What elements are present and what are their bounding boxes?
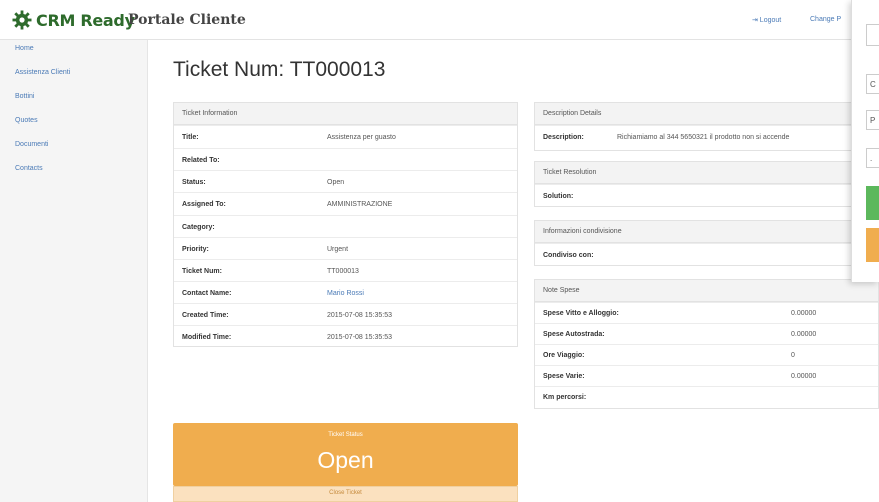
row-value: TT000013 <box>327 268 359 275</box>
table-row: Condiviso con: <box>535 243 878 266</box>
popup-input-field[interactable]: C <box>866 74 879 94</box>
sidebar-item-contacts[interactable]: Contacts <box>15 165 43 172</box>
table-row: Spese Varie: 0.00000 <box>535 365 878 386</box>
table-row: Solution: <box>535 184 878 207</box>
row-value: AMMINISTRAZIONE <box>327 201 393 208</box>
description-details-panel: Description Details Description: Richiam… <box>534 102 879 151</box>
row-value: 2015-07-08 15:35:53 <box>327 312 392 319</box>
note-spese-panel: Note Spese Spese Vitto e Alloggio: 0.000… <box>534 279 879 409</box>
table-row: Title: Assistenza per guasto <box>174 125 517 148</box>
close-ticket-label: Close Ticket <box>329 490 362 496</box>
row-label: Ore Viaggio: <box>543 352 585 359</box>
row-label: Category: <box>182 224 215 231</box>
sidebar-item-quotes[interactable]: Quotes <box>15 117 38 124</box>
row-label: Ticket Num: <box>182 268 222 275</box>
sidebar-item-documenti[interactable]: Documenti <box>15 141 48 148</box>
row-label: Description: <box>543 134 584 141</box>
panel-heading: Ticket Information <box>174 103 517 125</box>
row-label: Created Time: <box>182 312 229 319</box>
top-header: CRM Ready Portale Cliente ⇥ Logout Chang… <box>0 0 879 40</box>
ticket-status-card: Ticket Status Open <box>173 423 518 486</box>
row-label: Assigned To: <box>182 201 226 208</box>
panel-heading: Informazioni condivisione <box>535 221 878 243</box>
row-label: Spese Autostrada: <box>543 331 605 338</box>
ticket-status-label: Ticket Status <box>328 432 363 438</box>
row-value: 0.00000 <box>791 373 817 380</box>
description-value: Richiamiamo al 344 5650321 il prodotto n… <box>617 134 790 141</box>
status-value: Open <box>327 179 345 186</box>
row-label: Related To: <box>182 157 220 164</box>
ticket-resolution-panel: Ticket Resolution Solution: <box>534 161 879 207</box>
panel-heading: Note Spese <box>535 280 878 302</box>
table-row: Category: <box>174 215 517 237</box>
popup-input-field[interactable]: P <box>866 110 879 130</box>
panel-heading: Description Details <box>535 103 878 125</box>
row-label: Priority: <box>182 246 209 253</box>
row-label: Modified Time: <box>182 334 232 341</box>
table-row: Contact Name: Mario Rossi <box>174 281 517 303</box>
row-label: Title: <box>182 134 199 141</box>
sidebar: Home Assistenza Clienti Bottini Quotes D… <box>0 40 148 502</box>
table-row: Spese Vitto e Alloggio: 0.00000 <box>535 302 878 323</box>
overlay-popup: C P . <box>851 0 879 282</box>
sidebar-item-assistenza-clienti[interactable]: Assistenza Clienti <box>15 69 70 76</box>
table-row: Priority: Urgent <box>174 237 517 259</box>
table-row: Assigned To: AMMINISTRAZIONE <box>174 192 517 215</box>
table-row: Ore Viaggio: 0 <box>535 344 878 365</box>
table-row: Status: Open <box>174 170 517 192</box>
popup-input-field[interactable]: . <box>866 148 879 168</box>
row-label: Solution: <box>543 193 574 200</box>
gear-logo-icon <box>12 10 32 30</box>
popup-confirm-button[interactable] <box>866 186 879 220</box>
row-label: Km percorsi: <box>543 394 587 401</box>
row-value: 0 <box>791 352 795 359</box>
row-label: Spese Varie: <box>543 373 585 380</box>
logo-text: CRM Ready <box>36 10 135 30</box>
sharing-info-panel: Informazioni condivisione Condiviso con: <box>534 220 879 266</box>
row-label: Condiviso con: <box>543 252 594 259</box>
table-row: Ticket Num: TT000013 <box>174 259 517 281</box>
row-value: 0.00000 <box>791 310 817 317</box>
change-password-link[interactable]: Change P <box>810 16 841 23</box>
popup-input-field[interactable] <box>866 24 879 46</box>
table-row: Spese Autostrada: 0.00000 <box>535 323 878 344</box>
page-title: Ticket Num: TT000013 <box>173 58 386 81</box>
row-value: Urgent <box>327 246 349 253</box>
logout-link[interactable]: ⇥ Logout <box>752 16 781 24</box>
sidebar-item-bottini[interactable]: Bottini <box>15 93 34 100</box>
close-ticket-button[interactable]: Close Ticket <box>173 486 518 502</box>
row-value: Assistenza per guasto <box>327 134 396 141</box>
ticket-information-panel: Ticket Information Title: Assistenza per… <box>173 102 518 347</box>
table-row: Description: Richiamiamo al 344 5650321 … <box>535 125 878 151</box>
row-value: 2015-07-08 15:35:53 <box>327 334 392 341</box>
row-label: Spese Vitto e Alloggio: <box>543 310 619 317</box>
portal-title: Portale Cliente <box>128 12 246 28</box>
row-label: Status: <box>182 179 206 186</box>
contact-name-link[interactable]: Mario Rossi <box>327 290 364 297</box>
ticket-status-value: Open <box>317 447 374 473</box>
table-row: Created Time: 2015-07-08 15:35:53 <box>174 303 517 325</box>
panel-heading: Ticket Resolution <box>535 162 878 184</box>
table-row: Km percorsi: <box>535 386 878 408</box>
table-row: Related To: <box>174 148 517 170</box>
sidebar-item-home[interactable]: Home <box>15 45 34 52</box>
row-label: Contact Name: <box>182 290 232 297</box>
popup-secondary-button[interactable] <box>866 228 879 262</box>
table-row: Modified Time: 2015-07-08 15:35:53 <box>174 325 517 347</box>
brand-logo[interactable]: CRM Ready <box>12 10 135 30</box>
row-value: 0.00000 <box>791 331 817 338</box>
